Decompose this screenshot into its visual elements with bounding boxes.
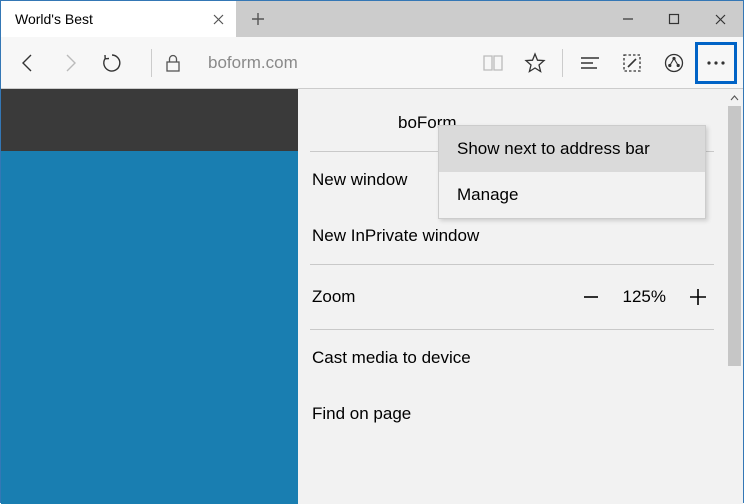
submenu-show-next[interactable]: Show next to address bar bbox=[439, 126, 705, 172]
submenu-label: Show next to address bar bbox=[457, 139, 650, 158]
submenu-manage[interactable]: Manage bbox=[439, 172, 705, 218]
maximize-button[interactable] bbox=[651, 1, 697, 37]
menu-item-label: New window bbox=[312, 170, 407, 189]
submenu-label: Manage bbox=[457, 185, 518, 204]
cast-media-item[interactable]: Cast media to device bbox=[308, 330, 716, 386]
browser-tab[interactable]: World's Best bbox=[1, 1, 236, 37]
close-window-button[interactable] bbox=[697, 1, 743, 37]
zoom-row: Zoom 125% bbox=[308, 265, 716, 329]
zoom-out-button[interactable] bbox=[577, 283, 605, 311]
page-dark-band bbox=[1, 89, 298, 151]
zoom-value: 125% bbox=[623, 287, 666, 307]
zoom-label: Zoom bbox=[312, 287, 355, 307]
close-tab-icon[interactable] bbox=[210, 11, 226, 27]
reading-view-icon[interactable] bbox=[472, 42, 514, 84]
page-blue-band bbox=[1, 151, 298, 504]
refresh-button[interactable] bbox=[91, 42, 133, 84]
scroll-up-icon[interactable] bbox=[726, 89, 743, 106]
forward-button[interactable] bbox=[49, 42, 91, 84]
separator bbox=[562, 49, 563, 77]
content-area: boForm New window New InPrivate window Z… bbox=[1, 89, 743, 504]
menu-item-label: Cast media to device bbox=[312, 348, 471, 367]
menu-item-label: New InPrivate window bbox=[312, 226, 479, 245]
zoom-in-button[interactable] bbox=[684, 283, 712, 311]
more-button[interactable] bbox=[695, 42, 737, 84]
scrollbar-thumb[interactable] bbox=[728, 106, 741, 366]
extension-submenu: Show next to address bar Manage bbox=[438, 125, 706, 219]
address-bar[interactable]: boform.com bbox=[194, 53, 472, 73]
more-menu: boForm New window New InPrivate window Z… bbox=[298, 89, 743, 504]
scrollbar[interactable] bbox=[726, 89, 743, 504]
favorites-star-icon[interactable] bbox=[514, 42, 556, 84]
share-icon[interactable] bbox=[653, 42, 695, 84]
zoom-controls: 125% bbox=[577, 283, 712, 311]
tab-title: World's Best bbox=[15, 11, 93, 27]
window-controls bbox=[605, 1, 743, 37]
find-on-page-item[interactable]: Find on page bbox=[308, 386, 716, 442]
web-note-icon[interactable] bbox=[611, 42, 653, 84]
new-tab-button[interactable] bbox=[236, 1, 280, 37]
hub-icon[interactable] bbox=[569, 42, 611, 84]
toolbar-right bbox=[472, 42, 737, 84]
tab-strip: World's Best bbox=[1, 1, 743, 37]
back-button[interactable] bbox=[7, 42, 49, 84]
lock-icon[interactable] bbox=[152, 42, 194, 84]
toolbar: boform.com bbox=[1, 37, 743, 89]
menu-item-label: Find on page bbox=[312, 404, 411, 423]
minimize-button[interactable] bbox=[605, 1, 651, 37]
